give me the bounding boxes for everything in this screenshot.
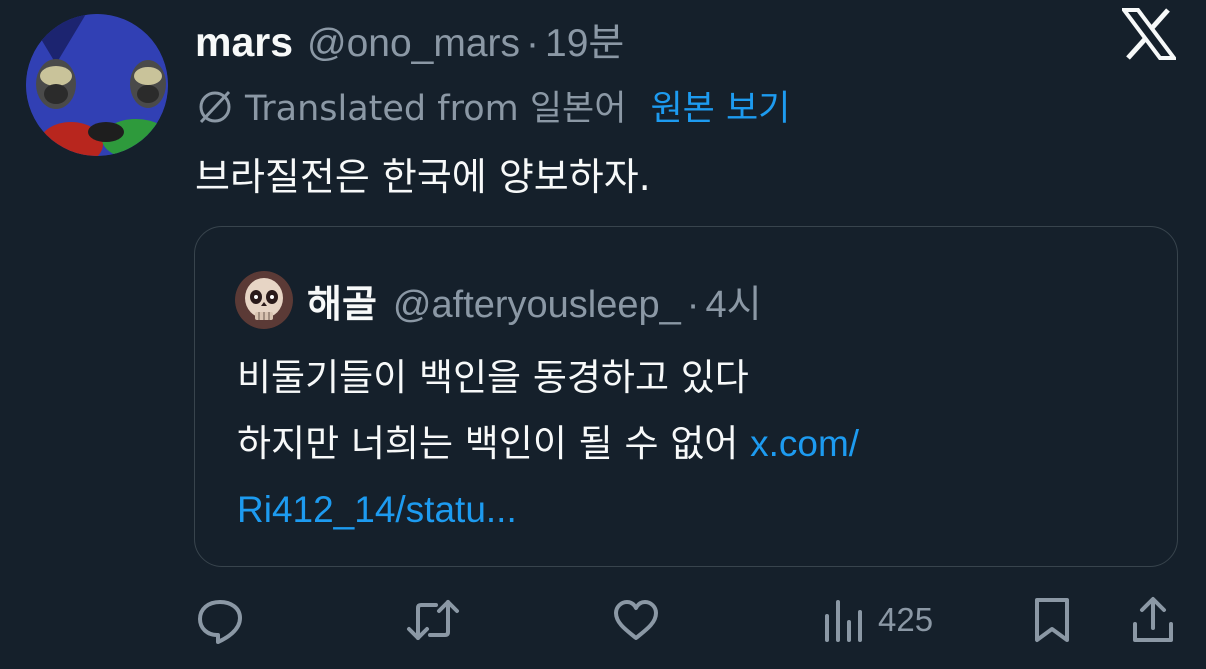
- reply-button[interactable]: [194, 590, 246, 650]
- tweet-header: mars @ono_mars · 19분: [195, 12, 624, 66]
- translation-notice: Translated from 일본어 원본 보기: [195, 80, 790, 131]
- views-icon: [822, 594, 864, 646]
- quoted-text-line-2-body: 하지만 너희는 백인이 될 수 없어: [237, 422, 751, 465]
- quoted-link-part-2[interactable]: Ri412_14/statu...: [237, 477, 1137, 543]
- bookmark-icon: [1030, 594, 1074, 646]
- share-button[interactable]: [1130, 590, 1176, 650]
- tweet: mars @ono_mars · 19분 Translated from 일본어…: [0, 0, 1206, 669]
- display-name[interactable]: mars: [195, 19, 293, 66]
- separator: ·: [526, 22, 540, 65]
- like-button[interactable]: [610, 590, 662, 650]
- tweet-text: 브라질전은 한국에 양보하자.: [195, 155, 651, 199]
- retweet-icon: [406, 594, 460, 646]
- like-icon: [610, 594, 662, 646]
- quoted-tweet[interactable]: 해골 @afteryousleep_ · 4시 비둘기들이 백인을 동경하고 있…: [194, 226, 1178, 567]
- bookmark-button[interactable]: [1030, 590, 1074, 650]
- views-button[interactable]: 425: [822, 590, 933, 650]
- quoted-text-line-2: 하지만 너희는 백인이 될 수 없어 x.com/: [237, 411, 1137, 477]
- views-count: 425: [878, 601, 934, 638]
- quoted-separator: ·: [686, 284, 700, 326]
- quoted-header: 해골 @afteryousleep_ · 4시: [307, 273, 762, 328]
- reply-icon: [194, 594, 246, 646]
- quoted-text: 비둘기들이 백인을 동경하고 있다 하지만 너희는 백인이 될 수 없어 x.c…: [237, 345, 1137, 543]
- avatar[interactable]: [26, 14, 168, 156]
- quoted-display-name[interactable]: 해골: [307, 273, 377, 328]
- quoted-text-line-1: 비둘기들이 백인을 동경하고 있다: [237, 356, 749, 399]
- translated-label: Translated from 일본어: [245, 89, 627, 129]
- quoted-handle[interactable]: @afteryousleep_: [393, 284, 681, 327]
- timestamp[interactable]: 19분: [545, 12, 624, 68]
- quoted-avatar[interactable]: [235, 271, 293, 329]
- x-logo-icon: [1120, 8, 1178, 60]
- share-icon: [1130, 594, 1176, 646]
- view-original-link[interactable]: 원본 보기: [650, 80, 790, 131]
- user-handle[interactable]: @ono_mars: [307, 22, 520, 66]
- retweet-button[interactable]: [406, 590, 460, 650]
- translate-icon: [195, 86, 235, 126]
- quoted-link-part-1[interactable]: x.com/: [750, 423, 859, 464]
- quoted-timestamp[interactable]: 4시: [705, 273, 761, 328]
- action-bar: 425: [0, 590, 1206, 650]
